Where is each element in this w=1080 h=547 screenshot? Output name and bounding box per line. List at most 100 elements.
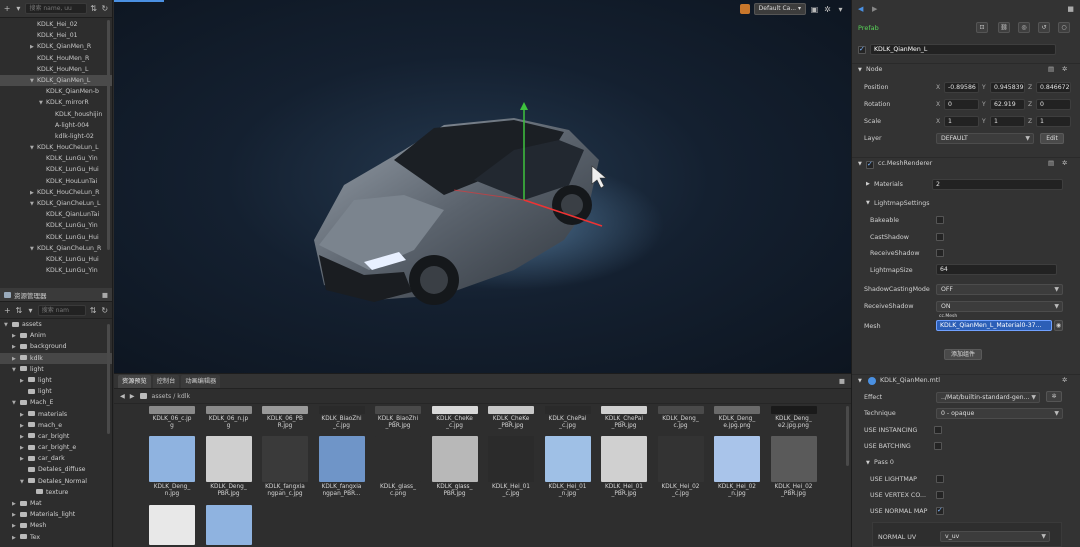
tab-console[interactable]: 控制台 — [152, 374, 180, 388]
use-normal-map-checkbox[interactable] — [936, 506, 944, 515]
grid-scrollbar[interactable] — [846, 406, 849, 466]
collapse-icon[interactable]: ▼ — [20, 477, 27, 488]
doc-icon[interactable]: ▤ — [1048, 65, 1054, 73]
collapse-icon[interactable]: ▼ — [866, 200, 870, 206]
asset-thumbnail[interactable]: KDLK_Deng_ PBR.jpg — [201, 436, 257, 498]
sort-icon[interactable]: ⇅ — [15, 306, 24, 315]
assets-search-input[interactable]: 搜索 nam — [37, 304, 86, 316]
asset-tree-node[interactable]: ▶ car_dark — [0, 453, 112, 464]
node-section-header[interactable]: ▼ Node ▤ ✲ — [852, 63, 1080, 77]
add-icon[interactable]: + — [3, 4, 11, 13]
use-batching-checkbox[interactable] — [934, 442, 942, 450]
collapse-icon[interactable]: ▼ — [30, 244, 37, 254]
asset-tree-node[interactable]: ▶ car_bright — [0, 431, 112, 442]
hierarchy-node[interactable]: KDLK_LunGu_Yin — [0, 265, 112, 276]
hierarchy-node[interactable]: KDLK_houshijin — [0, 109, 112, 120]
asset-thumbnail[interactable]: KDLK_fangxia ngpan_PBR... — [314, 436, 370, 498]
asset-thumbnail[interactable]: KDLK_Deng_ e.jpg.png — [709, 406, 765, 430]
asset-thumbnail[interactable]: KDLK_Hei_01 _PBR.jpg — [596, 436, 652, 498]
expand-icon[interactable]: ▶ — [12, 521, 19, 532]
asset-thumbnail[interactable]: KDLK_Hei_02 _PBR.jpg — [766, 436, 822, 498]
asset-tree-node[interactable]: ▶ mach_e — [0, 420, 112, 431]
mesh-renderer-header[interactable]: ▼ cc.MeshRenderer ▤ ✲ — [852, 157, 1080, 171]
asset-thumbnail[interactable]: KDLK_BiaoZhi _PBR.jpg — [370, 406, 426, 430]
refresh-icon[interactable]: ↻ — [101, 4, 109, 13]
asset-tree-node[interactable]: ▶ background — [0, 341, 112, 352]
breadcrumb-path[interactable]: assets / kdlk — [152, 393, 191, 400]
mesh-renderer-enabled-checkbox[interactable] — [866, 160, 874, 169]
collapse-icon[interactable]: ▾ — [14, 4, 22, 13]
asset-thumbnail[interactable]: KDLK_Hei_01 _n.jpg — [540, 436, 596, 498]
back-icon[interactable]: ◀ — [858, 5, 863, 13]
gear-icon[interactable]: ✲ — [1062, 65, 1067, 73]
hierarchy-node[interactable]: KDLK_HouLunTai — [0, 176, 112, 187]
add-icon[interactable]: + — [3, 306, 12, 315]
gear-icon[interactable]: ✲ — [1062, 376, 1067, 384]
expand-icon[interactable]: ▶ — [12, 342, 19, 353]
asset-thumbnail[interactable]: KDLK_Deng_ c.jpg — [653, 406, 709, 430]
normal-uv-select[interactable]: v_uv ▼ — [940, 531, 1050, 542]
use-lightmap-checkbox[interactable] — [936, 475, 944, 483]
hierarchy-node[interactable]: ▼ KDLK_QianCheLun_R — [0, 243, 112, 254]
hierarchy-node[interactable]: KDLK_HouMen_R — [0, 53, 112, 64]
asset-thumbnail[interactable]: KDLK_06_c.jp g — [144, 406, 200, 430]
scene-viewport[interactable]: Default Ca... ▾ ▣ ✲ ▾ — [114, 0, 851, 373]
receiveshadow-select[interactable]: ON ▼ — [936, 301, 1063, 312]
rotation-y-input[interactable]: 62.919 — [990, 99, 1025, 110]
use-vertex-color-checkbox[interactable] — [936, 491, 944, 499]
sort-icon[interactable]: ⇅ — [89, 306, 98, 315]
asset-tree-node[interactable]: texture — [0, 487, 112, 498]
back-icon[interactable]: ◀ — [120, 393, 125, 400]
asset-tree-node[interactable]: ▼ Detales_Normal — [0, 476, 112, 487]
collapse-icon[interactable]: ▼ — [12, 398, 19, 409]
material-header[interactable]: ▼ KDLK_QianMen.mtl ✲ — [852, 374, 1080, 388]
gear-icon[interactable]: ✲ — [1062, 159, 1067, 167]
shadowcasting-select[interactable]: OFF ▼ — [936, 284, 1063, 295]
hierarchy-node[interactable]: KDLK_HouMen_L — [0, 64, 112, 75]
effect-gear-icon[interactable]: ✲ — [1046, 391, 1062, 402]
hierarchy-node[interactable]: KDLK_LunGu_Hui — [0, 254, 112, 265]
doc-icon[interactable]: ▤ — [1048, 159, 1054, 167]
asset-tree-node[interactable]: ▶ kdlk — [0, 352, 112, 364]
collapse-icon[interactable]: ▼ — [30, 76, 37, 86]
add-component-button[interactable]: 添加组件 — [944, 349, 982, 360]
forward-icon[interactable]: ▶ — [872, 5, 877, 13]
asset-thumbnail[interactable]: KDLK_CheKe _PBR.jpg — [483, 406, 539, 430]
assets-scrollbar[interactable] — [107, 324, 110, 434]
asset-thumbnail[interactable]: KDLK_Hei_02 _n.jpg — [709, 436, 765, 498]
asset-tree-node[interactable]: ▶ Mat — [0, 498, 112, 509]
hierarchy-node[interactable]: ▼ KDLK_QianCheLun_L — [0, 198, 112, 209]
hierarchy-node[interactable]: ▶ KDLK_QianMen_R — [0, 41, 112, 52]
hierarchy-node[interactable]: KDLK_Hei_01 — [0, 30, 112, 41]
asset-thumbnail[interactable]: KDLK_06_PB R.jpg — [257, 406, 313, 430]
asset-tree-node[interactable]: ▶ car_bright_e — [0, 442, 112, 453]
locate-icon[interactable]: ◎ — [1018, 22, 1030, 33]
receiveshadow-checkbox[interactable] — [936, 249, 944, 257]
asset-thumbnail[interactable]: KDLK_ChePai _c.jpg — [540, 406, 596, 430]
scale-y-input[interactable]: 1 — [990, 116, 1025, 127]
mesh-picker-icon[interactable]: ◉ — [1054, 320, 1063, 331]
hierarchy-search-input[interactable]: 搜索 name, uu — [25, 3, 87, 14]
scale-x-input[interactable]: 1 — [944, 116, 979, 127]
hierarchy-node[interactable]: KDLK_LunGu_Yin — [0, 220, 112, 231]
asset-thumbnail[interactable]: KDLK_Hei_02 _c.jpg — [653, 436, 709, 498]
hierarchy-node[interactable]: ▼ KDLK_mirrorR — [0, 97, 112, 108]
save-prefab-icon[interactable]: ⊡ — [976, 22, 988, 33]
rotation-x-input[interactable]: 0 — [944, 99, 979, 110]
asset-thumbnail[interactable]: KDLK_CheKe _c.jpg — [427, 406, 483, 430]
node-active-checkbox[interactable] — [858, 45, 866, 54]
asset-tree-node[interactable]: ▶ Mesh — [0, 520, 112, 531]
expand-icon[interactable]: ▶ — [30, 42, 37, 52]
collapse-icon[interactable]: ▾ — [26, 306, 35, 315]
effect-select[interactable]: ../Mat/builtin-standard-gen... ▼ — [936, 392, 1040, 403]
collapse-icon[interactable]: ▼ — [39, 98, 46, 108]
asset-thumbnail[interactable]: KDLK_BiaoZhi _c.jpg — [314, 406, 370, 430]
position-y-input[interactable]: 0.945839 — [990, 82, 1025, 93]
expand-icon[interactable]: ▶ — [12, 533, 19, 544]
asset-thumbnail[interactable]: KDLK_fangxia ngpan_c.jpg — [257, 436, 313, 498]
materials-count-input[interactable]: 2 — [932, 179, 1063, 190]
use-instancing-checkbox[interactable] — [934, 426, 942, 434]
panel-menu-icon[interactable]: ■ — [102, 291, 108, 299]
lightmapsize-input[interactable]: 64 — [936, 264, 1057, 275]
texture-preview[interactable] — [149, 505, 195, 545]
